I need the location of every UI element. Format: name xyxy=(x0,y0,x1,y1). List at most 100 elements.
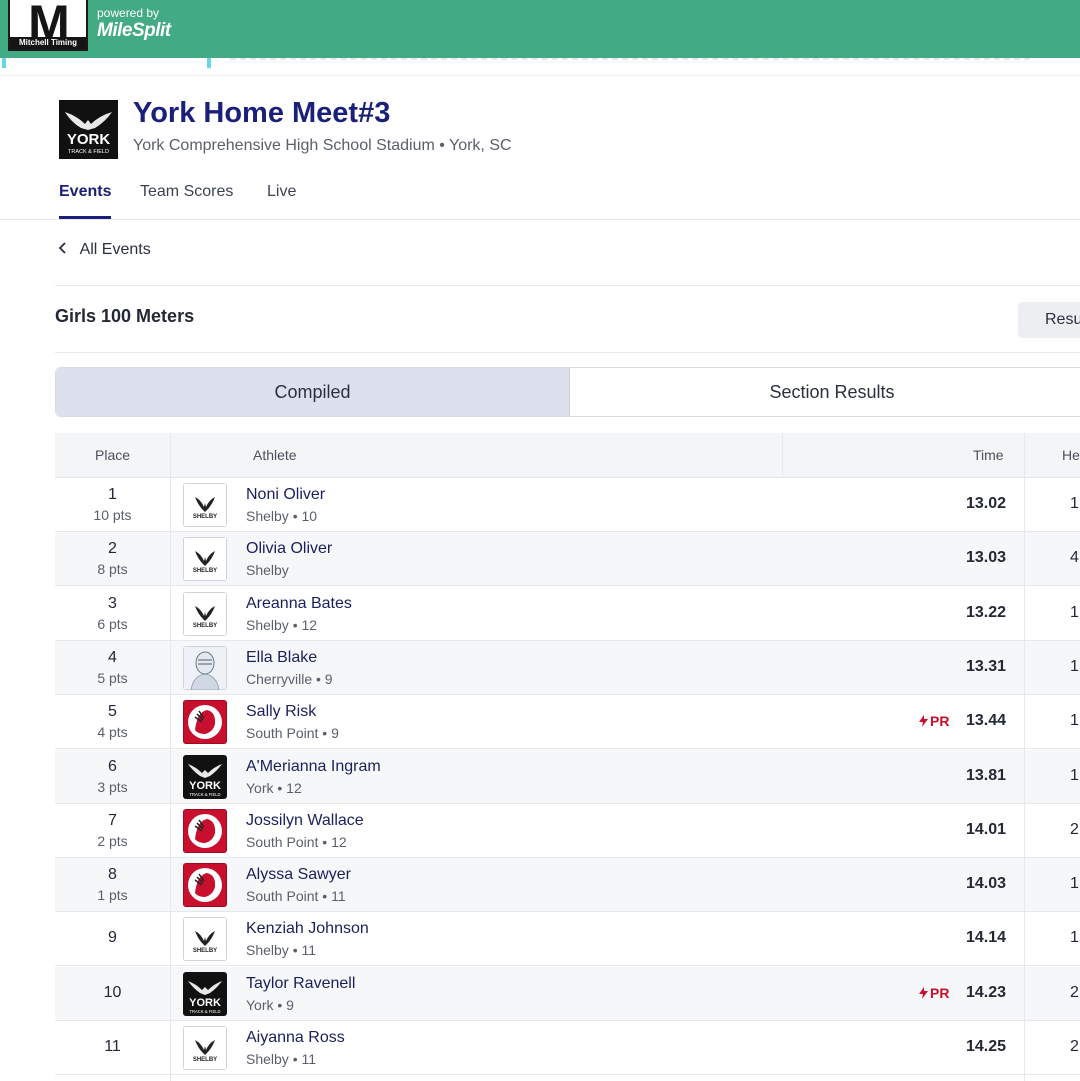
place-points: 5 pts xyxy=(97,669,128,686)
active-tab-indicator xyxy=(59,216,111,219)
column-separator xyxy=(170,433,171,1081)
result-time: 14.14 xyxy=(965,929,1006,947)
table-row[interactable]: 2 8 pts SHELBY Olivia Oliver Shelby 13.0… xyxy=(55,532,1080,587)
results-button[interactable]: Resu xyxy=(1018,302,1080,338)
svg-text:YORK: YORK xyxy=(189,780,221,792)
table-row[interactable]: 6 3 pts YORK TRACK & FIELD A'Merianna Ing… xyxy=(55,749,1080,804)
milesplit-logo[interactable]: MileSplit xyxy=(97,20,171,42)
tab-events[interactable]: Events xyxy=(59,183,111,201)
tab-live[interactable]: Live xyxy=(267,183,296,201)
place-number: 11 xyxy=(104,1038,121,1055)
athlete-team: Shelby xyxy=(246,562,289,579)
table-row[interactable]: 4 5 pts Ella Blake Cherryville • 9 13.31… xyxy=(55,640,1080,695)
athlete-name[interactable]: Olivia Oliver xyxy=(246,540,332,558)
southpoint-team-logo xyxy=(183,863,227,908)
place-number: 4 xyxy=(108,648,117,666)
table-row[interactable]: 3 6 pts SHELBY Areanna Bates Shelby • 12… xyxy=(55,587,1080,641)
athlete-team: York • 9 xyxy=(246,996,294,1013)
athlete-team: Shelby • 10 xyxy=(246,508,318,524)
place-points: 4 pts xyxy=(97,724,128,741)
segment-section-results[interactable]: Section Results xyxy=(570,368,1080,416)
top-header: M Mitchell Timing powered by MileSplit xyxy=(0,0,1080,58)
athlete-team: York • 12 xyxy=(246,779,302,796)
table-row[interactable]: 8 1 pts Alyssa Sawyer South Point • 11 1… xyxy=(55,858,1080,913)
strip-line xyxy=(230,58,1030,66)
meet-title: York Home Meet#3 xyxy=(133,97,391,129)
place-points: 8 pts xyxy=(97,561,128,578)
place-number: 3 xyxy=(108,594,117,612)
athlete-name[interactable]: Aiyanna Ross xyxy=(246,1029,345,1047)
result-time: 13.31 xyxy=(965,657,1006,675)
mitchell-timing-logo[interactable]: M Mitchell Timing xyxy=(8,0,88,51)
heat-number: 4 xyxy=(1070,549,1079,567)
logo-caption: Mitchell Timing xyxy=(10,37,86,49)
header-place[interactable]: Place xyxy=(95,447,130,463)
all-events-link[interactable]: All Events xyxy=(58,241,151,259)
place-number: 9 xyxy=(108,929,117,947)
place-number: 1 xyxy=(108,486,117,503)
result-time: 14.01 xyxy=(965,820,1006,838)
york-team-logo: YORK TRACK & FIELD xyxy=(183,971,227,1016)
tab-team-scores[interactable]: Team Scores xyxy=(140,183,233,201)
place-points: 6 pts xyxy=(97,615,128,632)
header-heat[interactable]: He xyxy=(1062,447,1080,463)
table-row[interactable]: 7 2 pts Jossilyn Wallace South Point • 1… xyxy=(55,804,1080,858)
athlete-name[interactable]: Kenziah Johnson xyxy=(246,920,369,938)
table-row[interactable]: 5 4 pts Sally Risk South Point • 9 PR 13… xyxy=(55,695,1080,750)
svg-text:SHELBY: SHELBY xyxy=(193,568,217,574)
cherryville-team-logo xyxy=(183,645,227,690)
athlete-name[interactable]: Noni Oliver xyxy=(246,486,325,504)
shelby-team-logo: SHELBY xyxy=(183,537,227,582)
event-title: Girls 100 Meters xyxy=(55,306,195,326)
athlete-team: South Point • 11 xyxy=(246,888,346,905)
athlete-name[interactable]: Sally Risk xyxy=(246,703,316,721)
athlete-name[interactable]: Alyssa Sawyer xyxy=(246,866,351,884)
header-time[interactable]: Time xyxy=(973,447,1004,463)
segment-compiled[interactable]: Compiled xyxy=(56,368,570,416)
table-row[interactable]: 1 10 pts SHELBY Noni Oliver Shelby • 10 … xyxy=(55,478,1080,532)
table-row[interactable]: 11 SHELBY Aiyanna Ross Shelby • 11 14.25… xyxy=(55,1021,1080,1075)
athlete-team: Shelby • 11 xyxy=(246,942,317,959)
heat-number: 1 xyxy=(1070,657,1079,675)
result-time: 14.03 xyxy=(965,875,1006,893)
heat-number: 1 xyxy=(1070,495,1079,512)
athlete-name[interactable]: A'Merianna Ingram xyxy=(246,758,381,776)
strip-marker xyxy=(2,58,6,68)
column-separator xyxy=(782,433,783,478)
athlete-name[interactable]: Jossilyn Wallace xyxy=(246,812,364,830)
strip-marker xyxy=(207,58,211,68)
header-athlete[interactable]: Athlete xyxy=(253,447,297,463)
york-team-logo: YORK TRACK & FIELD xyxy=(183,754,227,799)
result-time: 14.25 xyxy=(965,1038,1006,1055)
place-number: 5 xyxy=(108,703,117,721)
shelby-team-logo: SHELBY xyxy=(183,1026,227,1070)
place-number: 7 xyxy=(108,811,117,829)
svg-text:SHELBY: SHELBY xyxy=(193,514,217,520)
table-header: Place Athlete Time He xyxy=(55,433,1080,478)
place-number: 8 xyxy=(108,866,117,884)
powered-by-label: powered by xyxy=(97,6,160,20)
table-row[interactable]: 9 SHELBY Kenziah Johnson Shelby • 11 14.… xyxy=(55,912,1080,967)
results-table: Place Athlete Time He 1 10 pts SHELBY No… xyxy=(55,433,1080,1081)
athlete-team: Shelby • 12 xyxy=(246,616,318,633)
place-points: 1 pts xyxy=(97,887,128,904)
svg-text:TRACK & FIELD: TRACK & FIELD xyxy=(68,149,109,155)
shelby-team-logo: SHELBY xyxy=(183,917,227,962)
heat-number: 2 xyxy=(1070,983,1079,1001)
svg-text:SHELBY: SHELBY xyxy=(193,1057,217,1063)
athlete-name[interactable]: Areanna Bates xyxy=(246,595,352,613)
heat-number: 2 xyxy=(1070,1038,1079,1055)
svg-text:SHELBY: SHELBY xyxy=(193,948,217,954)
heat-number: 1 xyxy=(1070,603,1079,621)
place-points: 3 pts xyxy=(97,778,128,795)
svg-text:TRACK & FIELD: TRACK & FIELD xyxy=(189,1009,220,1014)
athlete-name[interactable]: Taylor Ravenell xyxy=(246,975,355,993)
header-strip xyxy=(0,58,1080,76)
result-time: 14.23 xyxy=(965,983,1006,1001)
svg-text:YORK: YORK xyxy=(189,997,221,1009)
athlete-name[interactable]: Ella Blake xyxy=(246,649,317,667)
heat-number: 1 xyxy=(1070,766,1079,784)
table-row[interactable]: 10 YORK TRACK & FIELD Taylor Ravenell Yor… xyxy=(55,966,1080,1021)
column-separator xyxy=(1024,433,1025,1081)
southpoint-team-logo xyxy=(183,700,227,745)
